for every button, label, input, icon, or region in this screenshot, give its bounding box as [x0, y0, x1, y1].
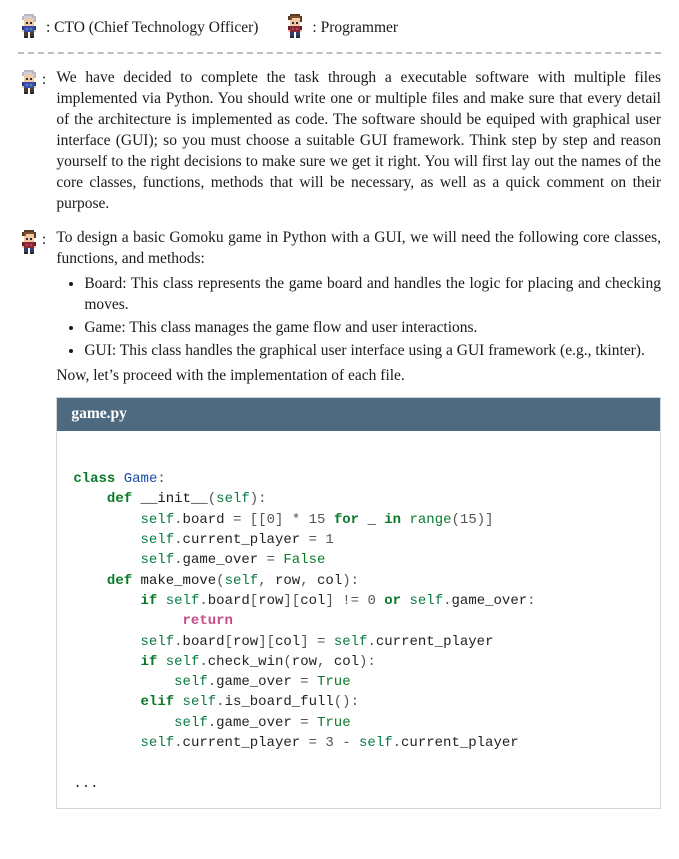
- programmer-bullet-list: Board: This class represents the game bo…: [56, 274, 661, 362]
- code-body: class Game: def __init__(self): self.boa…: [57, 431, 660, 808]
- programmer-avatar-icon: [284, 14, 308, 42]
- programmer-avatar-icon: [18, 230, 42, 258]
- list-item: GUI: This class handles the graphical us…: [84, 341, 661, 362]
- message-cto: : We have decided to complete the task t…: [18, 68, 661, 214]
- cto-message-text: We have decided to complete the task thr…: [56, 68, 661, 214]
- code-filename: game.py: [57, 398, 660, 431]
- programmer-intro-text: To design a basic Gomoku game in Python …: [56, 228, 661, 270]
- programmer-role-label: : Programmer: [312, 18, 398, 39]
- cto-role-label: : CTO (Chief Technology Officer): [46, 18, 258, 39]
- list-item: Board: This class represents the game bo…: [84, 274, 661, 316]
- list-item: Game: This class manages the game flow a…: [84, 318, 661, 339]
- cto-avatar-icon: [18, 14, 42, 42]
- divider: [18, 52, 661, 54]
- message-programmer: : To design a basic Gomoku game in Pytho…: [18, 228, 661, 808]
- cto-avatar-icon: [18, 70, 42, 98]
- role-legend: : CTO (Chief Technology Officer) : Progr…: [18, 10, 661, 52]
- programmer-outro-text: Now, let’s proceed with the implementati…: [56, 366, 661, 387]
- code-card: game.py class Game: def __init__(self): …: [56, 397, 661, 809]
